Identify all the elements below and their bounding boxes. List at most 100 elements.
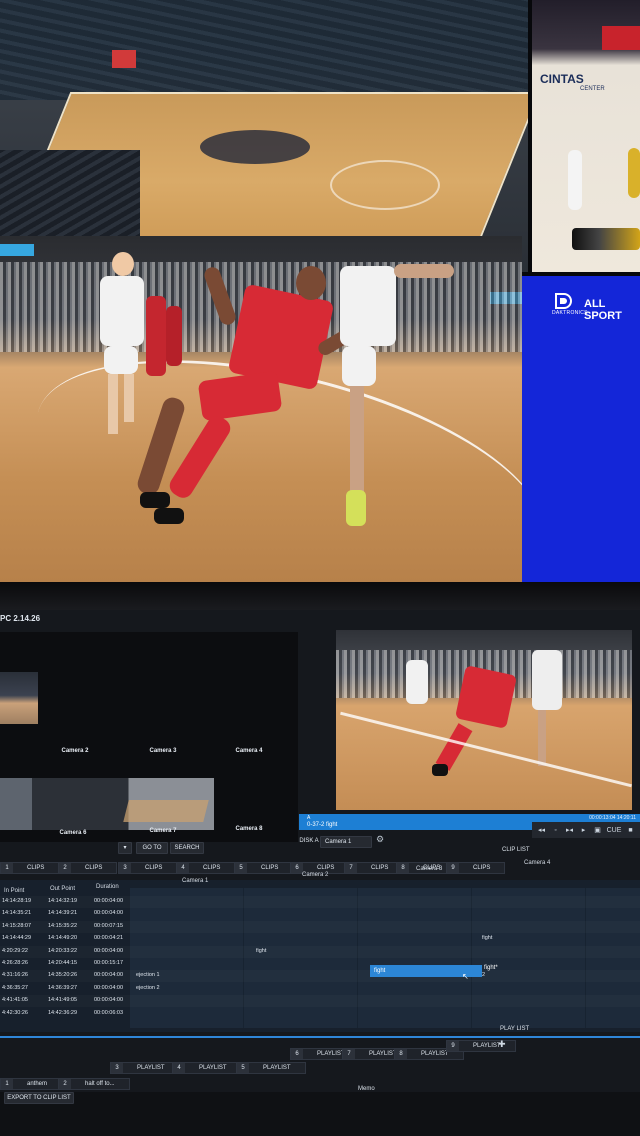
cell-out-point: 14:41:49:05 [48,997,78,1004]
player-shoe [432,764,448,776]
cell-duration: 00:00:04:00 [94,898,124,904]
tab-clips-3[interactable]: 3 CLIPS [118,862,178,874]
table-row[interactable]: 14:14:28:19 14:14:32:19 00:00:04:00 [0,896,640,908]
cell-duration: 00:00:04:00 [94,984,124,991]
cell-out-point: 14:35:20:26 [48,972,78,979]
tab-clips-4[interactable]: 4 CLIPS [176,862,236,874]
camera-cell[interactable]: Camera 2 [38,676,112,760]
tab-playlist-1[interactable]: 1 anthem [0,1078,63,1090]
tab-clips-1[interactable]: 1 CLIPS [0,862,60,874]
cell-out-point: 14:42:36:29 [48,1009,78,1016]
col-camera1: Camera 1 [182,878,209,884]
camera-cell[interactable]: Camera 7 [126,756,200,840]
save-icon[interactable]: ▣ [592,826,603,834]
table-row[interactable]: 14:14:44:29 14:14:49:20 00:00:04:21 fight [0,933,640,945]
cell-duration: 00:00:04:00 [94,947,124,954]
sidecam-feed: CINTAS CENTER [532,0,640,272]
rewind-icon[interactable]: ◂◂ [536,826,547,834]
table-row[interactable]: 4:20:29:22 14:20:33:22 00:00:04:00 fight [0,946,640,958]
camera-thumbnail[interactable] [0,672,38,724]
player-white [406,660,428,704]
tab-playlist-4[interactable]: 4 PLAYLIST [172,1062,242,1074]
tab-clips-5[interactable]: 5 CLIPS [234,862,294,874]
footer: EXPORT TO CLIP LIST Memo [0,1086,640,1136]
table-row[interactable]: 4:41:41:05 14:41:49:05 00:00:04:00 [0,995,640,1007]
cell-duration: 00:00:15:17 [94,960,124,966]
cell-in-point: 14:14:35:21 [2,910,32,917]
tab-playlist-2[interactable]: 2 halt off to... [58,1078,130,1090]
camera-label: Camera 3 [149,748,177,754]
replay-software: PC 2.14.26 Camera 2 Camera 3 Camera 4 Ca… [0,610,640,1136]
center-circle [330,160,440,210]
step-icon[interactable]: ▸◂ [564,826,575,834]
memo-label: Memo [358,1086,375,1092]
playlist-tabs-far: 9 PLAYLIST [0,1040,640,1054]
col-camera3: Camera 3 [416,866,443,872]
add-playlist-icon[interactable]: ✚ [498,1039,506,1050]
tab-clips-7[interactable]: 7 CLIPS [344,862,404,874]
graphic-panel: DAKTRONICS ALL SPORT [522,276,640,582]
led-ribbon [0,244,34,256]
mark-icon[interactable]: ◦ [550,827,561,834]
table-row[interactable]: 4:26:28:26 14:20:44:15 00:00:15:17 [0,958,640,970]
cell-in-point: 14:14:28:19 [2,898,32,904]
selected-clip-name: fight [374,968,386,974]
chevron-down-icon[interactable]: ▾ [118,842,132,854]
cell-in-point: 14:15:28:07 [2,922,32,929]
tab-playlist-5[interactable]: 5 PLAYLIST [236,1062,306,1074]
app-version: PC 2.14.26 [0,614,41,623]
transport-controls: ◂◂ ◦ ▸◂ ▸ ▣ CUE ■ [532,822,640,838]
mouse-cursor-icon: ↖ [462,972,469,981]
arena-wide-shot [0,0,528,272]
cue-button[interactable]: CUE [606,827,622,834]
camera-label: Camera 6 [59,830,87,836]
clip-letter: A [307,815,311,821]
cell-camera2: fight [256,947,267,954]
player-leg [538,710,546,766]
table-row[interactable]: 14:14:35:21 14:14:39:21 00:00:04:00 [0,908,640,920]
camera-cell[interactable]: Camera 4 [212,676,286,760]
clip-grid: In Point Out Point Duration Camera 1 Cam… [0,860,640,1032]
search-button[interactable]: SEARCH [170,842,204,854]
cell-camera3: fight [482,935,493,942]
replay-feed [0,236,522,582]
camera-label: Camera 2 [61,748,89,754]
table-row[interactable]: 4:42:30:26 14:42:36:29 00:00:06:03 [0,1008,640,1020]
cell-in-point: 4:42:30:26 [2,1009,28,1016]
cell-out-point: 14:14:39:21 [48,910,78,917]
camera-select[interactable]: Camera 1 [320,836,372,848]
cell-camera1: ejection 1 [136,972,160,979]
play-icon[interactable]: ▸ [578,826,589,834]
goto-button[interactable]: GO TO [136,842,168,854]
divider [0,1036,640,1038]
gear-icon[interactable]: ⚙ [376,834,384,845]
stop-icon[interactable]: ■ [625,827,636,834]
camera-label: Camera 7 [149,828,177,834]
ad-board [602,26,640,50]
tab-clips-2[interactable]: 2 CLIPS [58,862,118,874]
program-preview[interactable] [336,630,632,810]
playlist-tabs-upper: 3 PLAYLIST 4 PLAYLIST 5 PLAYLIST [0,1062,640,1076]
cell-camera3: 2 [482,972,486,979]
cell-out-point: 14:36:39:27 [48,984,78,991]
playlist-tabs: 1 anthem 2 halt off to... [0,1078,640,1092]
table-row[interactable]: 4:31:16:26 14:35:20:26 00:00:04:00 ejection… [0,970,640,982]
camera-multiview: Camera 2 Camera 3 Camera 4 Camera 6 Came… [0,632,298,842]
cell-in-point: 4:41:41:05 [2,997,28,1004]
cliplist-label: CLIP LIST [502,847,530,853]
tab-clips-9[interactable]: 9 CLIPS [446,862,506,874]
cell-out-point: 14:14:49:20 [48,935,78,942]
tab-playlist-3[interactable]: 3 PLAYLIST [110,1062,180,1074]
cell-in-point: 4:20:29:22 [2,947,28,954]
cell-duration: 00:00:06:03 [94,1009,124,1016]
cell-duration: 00:00:04:00 [94,972,124,979]
table-row[interactable]: 4:36:35:27 14:36:39:27 00:00:04:00 ejection… [0,983,640,995]
camera-cell[interactable]: Camera 3 [126,676,200,760]
camera-cell[interactable]: Camera 6 [36,758,110,842]
export-to-cliplist-button[interactable]: EXPORT TO CLIP LIST [4,1092,74,1104]
scoreboard-display [112,50,136,68]
cell-out-point: 14:15:35:22 [48,922,78,929]
cell-out-point: 14:20:33:22 [48,947,78,954]
table-row[interactable]: 14:15:28:07 14:15:35:22 00:00:07:15 [0,921,640,933]
camera-cell[interactable]: Camera 8 [212,754,286,838]
